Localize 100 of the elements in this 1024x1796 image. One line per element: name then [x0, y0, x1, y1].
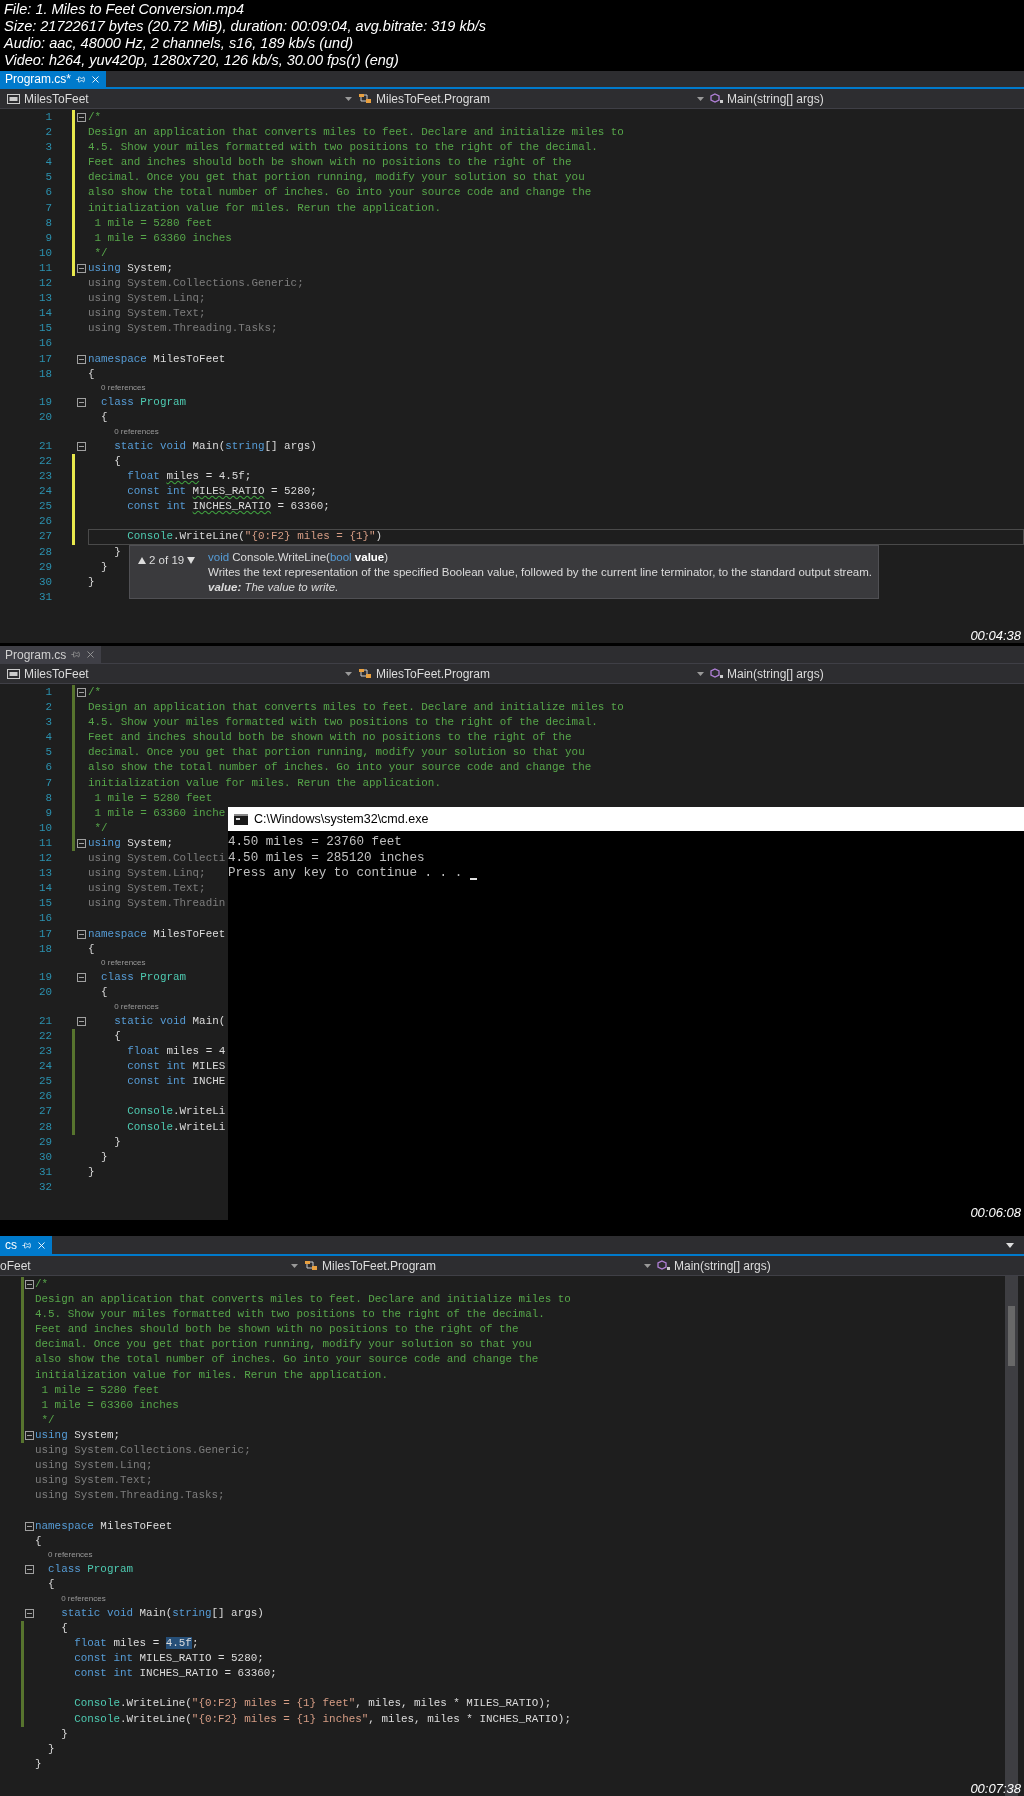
line-number: 6: [44, 760, 52, 776]
line-number: 30: [37, 1149, 52, 1165]
nav-dropdown[interactable]: Main(string[] args): [727, 664, 824, 683]
line-number: 22: [37, 453, 52, 469]
codelens-link[interactable]: 0 references: [114, 1002, 159, 1013]
editor-tab[interactable]: cs: [0, 1236, 52, 1254]
line-number: 6: [44, 185, 52, 201]
line-number: 10: [37, 245, 52, 261]
line-number: 24: [37, 484, 52, 500]
code-line: const int INCHE: [126, 1074, 226, 1090]
nav-dropdown[interactable]: MilesToFeet.Program: [322, 1256, 437, 1275]
collapse-icon[interactable]: [25, 1565, 34, 1575]
collapse-icon[interactable]: [77, 973, 86, 983]
pin-icon[interactable]: [76, 74, 86, 84]
code-line: {: [113, 453, 121, 469]
code-line: Design an application that converts miles to feet. Declare and initialize miles to: [88, 125, 624, 141]
code-line: Feet and inches should both be shown with no positions to the right of the: [88, 155, 572, 171]
project-icon: [7, 93, 20, 104]
method-icon: [657, 1260, 671, 1271]
down-arrow-icon[interactable]: [187, 557, 196, 564]
line-number: 26: [37, 514, 52, 530]
dropdown-caret-icon[interactable]: [345, 96, 352, 101]
code-line: {: [88, 941, 95, 957]
code-line: using System.Collecti: [88, 851, 226, 867]
code-line: decimal. Once you get that portion running, modify your solution so that you: [88, 170, 585, 186]
nav-dropdown[interactable]: oFeet: [0, 1256, 31, 1275]
code-line: 1 mile = 5280 feet: [40, 1382, 160, 1398]
code-line: }: [60, 1726, 68, 1742]
code-line: /*: [35, 1277, 49, 1292]
collapse-icon[interactable]: [77, 354, 86, 364]
collapse-icon[interactable]: [77, 113, 86, 123]
dropdown-caret-icon[interactable]: [644, 1263, 651, 1268]
code-line: using System.Threading.Tasks;: [88, 321, 278, 337]
tab-list-icon[interactable]: [1006, 1242, 1014, 1248]
editor-tab[interactable]: Program.cs: [0, 646, 102, 663]
close-icon[interactable]: [36, 1239, 47, 1251]
collapse-icon[interactable]: [25, 1521, 34, 1531]
up-arrow-icon[interactable]: [138, 557, 146, 564]
close-icon[interactable]: [90, 73, 102, 85]
console-output-line: 4.50 miles = 23760 feet: [228, 835, 402, 851]
nav-dropdown[interactable]: Main(string[] args): [674, 1256, 771, 1275]
code-line: initialization value for miles. Rerun the application.: [35, 1367, 388, 1383]
class-icon: [358, 93, 372, 104]
line-number: 21: [37, 438, 52, 454]
editor-tab[interactable]: Program.cs*: [0, 71, 107, 87]
pin-icon[interactable]: [71, 650, 81, 659]
line-number: 24: [37, 1059, 52, 1075]
codelens-link[interactable]: 0 references: [101, 383, 146, 394]
line-number: 7: [44, 775, 52, 791]
video-info-text: Size: 21722617 bytes (20.72 MiB), duration: 00:09:04, avg.bitrate: 319 kb/s: [4, 18, 488, 35]
console-output-line: 4.50 miles = 285120 inches: [228, 850, 425, 866]
collapse-icon[interactable]: [77, 441, 86, 451]
codelens-link[interactable]: 0 references: [48, 1550, 93, 1561]
line-number: 14: [37, 881, 52, 897]
close-icon[interactable]: [85, 649, 97, 660]
collapse-icon[interactable]: [77, 1016, 86, 1026]
line-number: 5: [44, 745, 52, 761]
nav-dropdown[interactable]: MilesToFeet.Program: [376, 664, 491, 683]
collapse-icon[interactable]: [77, 839, 86, 848]
collapse-icon[interactable]: [77, 929, 86, 939]
line-number: 29: [37, 1134, 52, 1150]
code-line: 1 mile = 5280 feet: [93, 790, 213, 806]
line-number: 9: [44, 805, 52, 821]
timestamp: 00:04:38: [970, 629, 1021, 643]
code-line: }: [88, 574, 95, 590]
code-line: also show the total number of inches. Go into your source code and change the: [88, 185, 592, 201]
nav-dropdown[interactable]: Main(string[] args): [727, 89, 824, 108]
console-output-line: Press any key to continue . . .: [228, 866, 463, 882]
video-info-text: Video: h264, yuv420p, 1280x720, 126 kb/s, 30.00 fps(r) (eng): [4, 52, 400, 69]
scrollbar-thumb[interactable]: [1008, 1306, 1015, 1366]
codelens-link[interactable]: 0 references: [101, 958, 146, 969]
collapse-icon[interactable]: [25, 1431, 34, 1440]
codelens-link[interactable]: 0 references: [61, 1594, 106, 1605]
collapse-icon[interactable]: [77, 264, 86, 273]
dropdown-caret-icon[interactable]: [697, 671, 704, 676]
collapse-icon[interactable]: [77, 688, 86, 698]
code-line: Console.WriteLi: [126, 1119, 226, 1135]
code-line: Console.WriteLine("{0:F2} miles = {1}"): [126, 529, 383, 545]
codelens-link[interactable]: 0 references: [114, 427, 159, 438]
code-line: class Program: [47, 1562, 134, 1578]
code-line: float miles = 4.5f;: [126, 469, 252, 485]
dropdown-caret-icon[interactable]: [291, 1263, 298, 1268]
line-number: 22: [37, 1028, 52, 1044]
nav-dropdown[interactable]: MilesToFeet: [24, 664, 89, 683]
pin-icon[interactable]: [22, 1240, 31, 1250]
video-info-text: Audio: aac, 48000 Hz, 2 channels, s16, 189 kb/s (und): [4, 35, 355, 52]
dropdown-caret-icon[interactable]: [697, 96, 704, 101]
dropdown-caret-icon[interactable]: [345, 671, 352, 676]
code-line: using System;: [88, 835, 173, 851]
collapse-icon[interactable]: [77, 398, 86, 408]
nav-dropdown[interactable]: MilesToFeet: [24, 89, 89, 108]
line-number: 12: [37, 276, 52, 292]
code-line: Feet and inches should both be shown with no positions to the right of the: [35, 1322, 519, 1338]
code-line: }: [113, 1134, 121, 1150]
method-signature: void Console.WriteLine(bool value): [208, 550, 390, 565]
collapse-icon[interactable]: [25, 1608, 34, 1618]
parameter-description: value: The value to write.: [208, 580, 340, 595]
line-number: 21: [37, 1013, 52, 1029]
nav-dropdown[interactable]: MilesToFeet.Program: [376, 89, 491, 108]
collapse-icon[interactable]: [25, 1280, 34, 1290]
